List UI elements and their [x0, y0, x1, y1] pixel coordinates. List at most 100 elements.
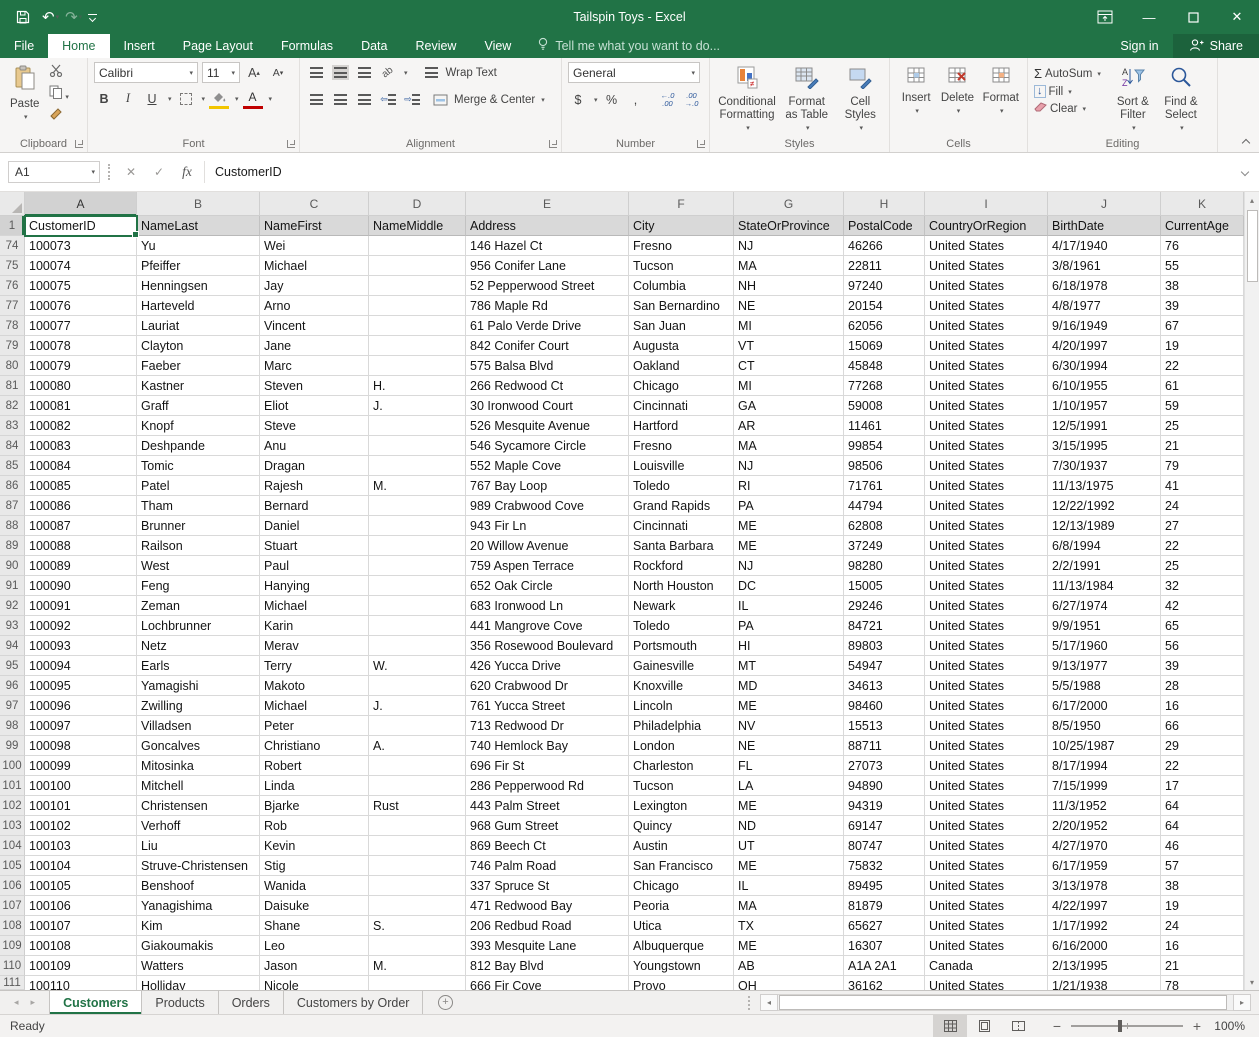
cell-B109[interactable]: Giakoumakis	[137, 936, 260, 956]
cell-F107[interactable]: Peoria	[629, 896, 734, 916]
cell-I89[interactable]: United States	[925, 536, 1048, 556]
cell-B80[interactable]: Faeber	[137, 356, 260, 376]
cell-H108[interactable]: 65627	[844, 916, 925, 936]
cell-G97[interactable]: ME	[734, 696, 844, 716]
bold-button[interactable]: B	[94, 88, 114, 109]
cell-C89[interactable]: Stuart	[260, 536, 369, 556]
cell-F88[interactable]: Cincinnati	[629, 516, 734, 536]
cell-C85[interactable]: Dragan	[260, 456, 369, 476]
cell-K106[interactable]: 38	[1161, 876, 1244, 896]
cell-G100[interactable]: FL	[734, 756, 844, 776]
cell-H88[interactable]: 62808	[844, 516, 925, 536]
cell-I111[interactable]: United States	[925, 976, 1048, 990]
cell-J101[interactable]: 7/15/1999	[1048, 776, 1161, 796]
cell-E76[interactable]: 52 Pepperwood Street	[466, 276, 629, 296]
cell-A77[interactable]: 100076	[25, 296, 137, 316]
cell-F87[interactable]: Grand Rapids	[629, 496, 734, 516]
cell-J84[interactable]: 3/15/1995	[1048, 436, 1161, 456]
cell-J76[interactable]: 6/18/1978	[1048, 276, 1161, 296]
column-header-G[interactable]: G	[734, 192, 844, 216]
horizontal-scroll-thumb[interactable]	[779, 995, 1227, 1010]
select-all-corner[interactable]	[0, 192, 25, 215]
cell-J91[interactable]: 11/13/1984	[1048, 576, 1161, 596]
tab-data[interactable]: Data	[347, 34, 401, 58]
align-middle-icon[interactable]	[330, 62, 350, 83]
cell-I92[interactable]: United States	[925, 596, 1048, 616]
cell-E100[interactable]: 696 Fir St	[466, 756, 629, 776]
cell-I106[interactable]: United States	[925, 876, 1048, 896]
cell-J80[interactable]: 6/30/1994	[1048, 356, 1161, 376]
row-header-109[interactable]: 109	[0, 936, 25, 956]
cell-K81[interactable]: 61	[1161, 376, 1244, 396]
cell-E93[interactable]: 441 Mangrove Cove	[466, 616, 629, 636]
cell-A87[interactable]: 100086	[25, 496, 137, 516]
cell-E74[interactable]: 146 Hazel Ct	[466, 236, 629, 256]
cell-C82[interactable]: Eliot	[260, 396, 369, 416]
wrap-text-icon[interactable]	[422, 62, 442, 83]
cell-F108[interactable]: Utica	[629, 916, 734, 936]
cell-E75[interactable]: 956 Conifer Lane	[466, 256, 629, 276]
cell-D99[interactable]: A.	[369, 736, 466, 756]
cell-A102[interactable]: 100101	[25, 796, 137, 816]
cell-A106[interactable]: 100105	[25, 876, 137, 896]
name-box[interactable]: A1 ▾	[8, 161, 100, 183]
cell-J99[interactable]: 10/25/1987	[1048, 736, 1161, 756]
cell-J89[interactable]: 6/8/1994	[1048, 536, 1161, 556]
autosum-button[interactable]: Σ AutoSum ▾	[1034, 66, 1101, 81]
row-header-85[interactable]: 85	[0, 456, 25, 476]
sheet-tab-customers[interactable]: Customers	[49, 991, 143, 1014]
tab-split-handle[interactable]	[748, 995, 750, 1010]
cell-E108[interactable]: 206 Redbud Road	[466, 916, 629, 936]
cell-A107[interactable]: 100106	[25, 896, 137, 916]
cell-B92[interactable]: Zeman	[137, 596, 260, 616]
cell-B89[interactable]: Railson	[137, 536, 260, 556]
cell-C111[interactable]: Nicole	[260, 976, 369, 990]
cell-H80[interactable]: 45848	[844, 356, 925, 376]
cell-J87[interactable]: 12/22/1992	[1048, 496, 1161, 516]
cell-J79[interactable]: 4/20/1997	[1048, 336, 1161, 356]
cell-A86[interactable]: 100085	[25, 476, 137, 496]
ribbon-display-options-icon[interactable]	[1083, 0, 1127, 34]
cell-J1[interactable]: BirthDate	[1048, 216, 1161, 236]
cell-I78[interactable]: United States	[925, 316, 1048, 336]
cell-K110[interactable]: 21	[1161, 956, 1244, 976]
cell-G106[interactable]: IL	[734, 876, 844, 896]
cell-D75[interactable]	[369, 256, 466, 276]
cell-D105[interactable]	[369, 856, 466, 876]
sign-in-button[interactable]: Sign in	[1106, 34, 1172, 58]
cell-F83[interactable]: Hartford	[629, 416, 734, 436]
cell-E97[interactable]: 761 Yucca Street	[466, 696, 629, 716]
cell-C81[interactable]: Steven	[260, 376, 369, 396]
cell-A79[interactable]: 100078	[25, 336, 137, 356]
cell-K99[interactable]: 29	[1161, 736, 1244, 756]
cell-G79[interactable]: VT	[734, 336, 844, 356]
cell-D110[interactable]: M.	[369, 956, 466, 976]
row-header-110[interactable]: 110	[0, 956, 25, 976]
cell-C83[interactable]: Steve	[260, 416, 369, 436]
cell-H110[interactable]: A1A 2A1	[844, 956, 925, 976]
cell-F99[interactable]: London	[629, 736, 734, 756]
cell-D82[interactable]: J.	[369, 396, 466, 416]
cell-E106[interactable]: 337 Spruce St	[466, 876, 629, 896]
zoom-in-icon[interactable]: +	[1191, 1018, 1203, 1034]
cell-J102[interactable]: 11/3/1952	[1048, 796, 1161, 816]
cell-H109[interactable]: 16307	[844, 936, 925, 956]
cell-B108[interactable]: Kim	[137, 916, 260, 936]
cell-G93[interactable]: PA	[734, 616, 844, 636]
cell-A84[interactable]: 100083	[25, 436, 137, 456]
cell-K97[interactable]: 16	[1161, 696, 1244, 716]
cell-K105[interactable]: 57	[1161, 856, 1244, 876]
cell-I99[interactable]: United States	[925, 736, 1048, 756]
cell-B1[interactable]: NameLast	[137, 216, 260, 236]
cell-K78[interactable]: 67	[1161, 316, 1244, 336]
new-sheet-button[interactable]: +	[423, 991, 467, 1014]
align-top-icon[interactable]	[306, 62, 326, 83]
column-header-B[interactable]: B	[137, 192, 260, 216]
close-button[interactable]: ✕	[1215, 0, 1259, 34]
cell-D107[interactable]	[369, 896, 466, 916]
row-header-90[interactable]: 90	[0, 556, 25, 576]
cell-C98[interactable]: Peter	[260, 716, 369, 736]
cell-A95[interactable]: 100094	[25, 656, 137, 676]
cell-K92[interactable]: 42	[1161, 596, 1244, 616]
cell-J96[interactable]: 5/5/1988	[1048, 676, 1161, 696]
